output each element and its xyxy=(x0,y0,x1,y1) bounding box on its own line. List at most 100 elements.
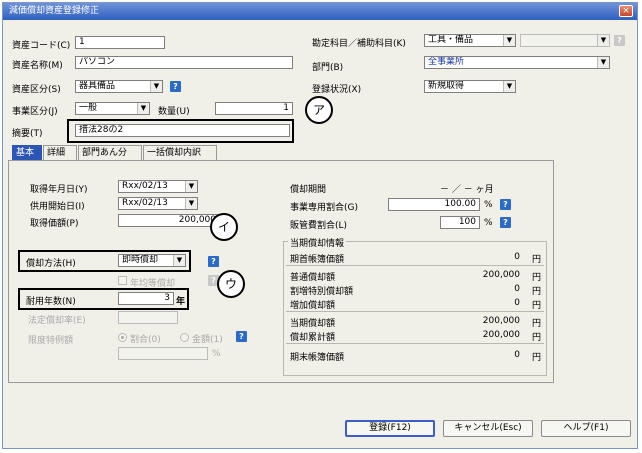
chevron-down-icon[interactable]: ▼ xyxy=(185,181,197,192)
tab-detail[interactable]: 詳細 xyxy=(43,145,77,160)
chevron-down-icon[interactable]: ▼ xyxy=(503,81,515,92)
dept-value: 全事業所 xyxy=(428,57,465,67)
asset-code-input[interactable]: 1 xyxy=(75,36,165,49)
row-unit: 円 xyxy=(532,273,542,283)
chevron-down-icon[interactable]: ▼ xyxy=(185,198,197,209)
row-label: 期首帳簿価額 xyxy=(290,255,345,265)
rate-label: 法定償却率(E) xyxy=(28,316,86,326)
method-highlight xyxy=(18,250,191,272)
row-label: 増加償却額 xyxy=(290,301,336,311)
start-date-label: 供用開始日(I) xyxy=(30,202,85,212)
quantity-label: 数量(U) xyxy=(158,107,190,117)
ratio-option-label: 割合(0) xyxy=(130,335,161,345)
acq-date-value: Rxx/02/13 xyxy=(122,181,168,191)
row-label: 償却累計額 xyxy=(290,333,336,343)
reg-status-label: 登録状況(X) xyxy=(312,85,362,95)
row-label: 割増特別償却額 xyxy=(290,287,354,297)
acq-date-input[interactable]: Rxx/02/13 ▼ xyxy=(118,180,198,193)
sales-ratio-label: 販管費割合(L) xyxy=(290,221,348,231)
account-value: 工具・備品 xyxy=(428,35,474,45)
chevron-down-icon[interactable]: ▼ xyxy=(503,35,515,46)
biz-ratio-unit: % xyxy=(484,200,493,210)
acq-price-input[interactable]: 200,000 xyxy=(118,214,220,227)
start-date-input[interactable]: Rxx/02/13 ▼ xyxy=(118,197,198,210)
sales-ratio-unit: % xyxy=(484,218,493,228)
row-value: 200,000 xyxy=(482,330,520,340)
help-icon[interactable]: ? xyxy=(208,256,219,267)
row-unit: 円 xyxy=(532,301,542,311)
row-label: 普通償却額 xyxy=(290,273,336,283)
row-value: 0 xyxy=(514,284,520,294)
help-icon[interactable]: ? xyxy=(614,35,625,46)
chevron-down-icon[interactable]: ▼ xyxy=(597,35,609,46)
title-bar: 減価償却資産登録修正 × xyxy=(3,3,637,20)
limit-percent: % xyxy=(212,349,221,359)
start-date-value: Rxx/02/13 xyxy=(122,198,168,208)
asset-name-input[interactable]: パソコン xyxy=(75,56,293,69)
summary-highlight xyxy=(67,119,294,143)
account-label: 勘定科目／補助科目(K) xyxy=(312,39,406,49)
row-value: 0 xyxy=(514,252,520,262)
callout-u: ウ xyxy=(217,270,245,298)
divider xyxy=(286,265,544,266)
window-title: 減価償却資産登録修正 xyxy=(9,6,100,16)
life-highlight xyxy=(18,288,189,310)
summary-label: 摘要(T) xyxy=(12,129,43,139)
help-icon[interactable]: ? xyxy=(170,81,181,92)
chevron-down-icon[interactable]: ▼ xyxy=(597,57,609,68)
asset-class-value: 器具備品 xyxy=(79,81,116,91)
ratio-radio[interactable] xyxy=(118,333,127,342)
row-label: 当期償却額 xyxy=(290,319,336,329)
help-icon[interactable]: ? xyxy=(236,331,247,342)
row-value: 0 xyxy=(514,298,520,308)
subaccount-select[interactable]: ▼ xyxy=(520,34,610,47)
tab-lump-sum[interactable]: 一括償却内訳 xyxy=(143,145,217,160)
asset-code-label: 資産コード(C) xyxy=(12,41,71,51)
chevron-down-icon[interactable]: ▼ xyxy=(150,81,162,92)
dept-label: 部門(B) xyxy=(312,63,344,73)
biz-ratio-label: 事業専用割合(G) xyxy=(290,203,358,213)
sales-ratio-input[interactable]: 100 xyxy=(440,216,480,229)
row-unit: 円 xyxy=(532,255,542,265)
row-unit: 円 xyxy=(532,353,542,363)
period-value: － ／ － ヶ月 xyxy=(440,185,494,195)
close-icon[interactable]: × xyxy=(619,5,633,17)
tab-basic[interactable]: 基本 xyxy=(12,145,42,160)
business-class-select[interactable]: 一般 ▼ xyxy=(75,102,150,115)
limit-input[interactable] xyxy=(118,347,208,360)
row-value: 200,000 xyxy=(482,316,520,326)
row-label: 期末帳簿価額 xyxy=(290,353,345,363)
cancel-button[interactable]: キャンセル(Esc) xyxy=(443,420,533,437)
asset-class-select[interactable]: 器具備品 ▼ xyxy=(75,80,163,93)
row-unit: 円 xyxy=(532,319,542,329)
callout-i: イ xyxy=(210,213,238,241)
rate-input[interactable] xyxy=(118,311,178,324)
chevron-down-icon[interactable]: ▼ xyxy=(137,103,149,114)
callout-a: ア xyxy=(305,96,333,124)
biz-ratio-input[interactable]: 100.00 xyxy=(388,198,480,211)
acq-price-label: 取得価額(P) xyxy=(30,219,79,229)
row-value: 200,000 xyxy=(482,270,520,280)
installment-checkbox[interactable] xyxy=(118,276,127,285)
business-class-value: 一般 xyxy=(79,103,98,113)
help-icon[interactable]: ? xyxy=(500,199,511,210)
business-class-label: 事業区分(J) xyxy=(12,107,58,117)
reg-status-select[interactable]: 新規取得 ▼ xyxy=(424,80,516,93)
row-value: 0 xyxy=(514,350,520,360)
amount-radio[interactable] xyxy=(180,333,189,342)
dept-select[interactable]: 全事業所 ▼ xyxy=(424,56,610,69)
reg-status-value: 新規取得 xyxy=(428,81,465,91)
asset-class-label: 資産区分(S) xyxy=(12,85,61,95)
amount-option-label: 金額(1) xyxy=(192,335,223,345)
help-button[interactable]: ヘルプ(F1) xyxy=(541,420,631,437)
divider xyxy=(286,343,544,344)
period-label: 償却期間 xyxy=(290,185,327,195)
row-unit: 円 xyxy=(532,333,542,343)
row-unit: 円 xyxy=(532,287,542,297)
tab-dept-allocation[interactable]: 部門あん分 xyxy=(78,145,142,160)
help-icon[interactable]: ? xyxy=(500,217,511,228)
acq-date-label: 取得年月日(Y) xyxy=(30,185,88,195)
quantity-input[interactable]: 1 xyxy=(215,102,293,115)
register-button[interactable]: 登録(F12) xyxy=(345,420,435,437)
account-select[interactable]: 工具・備品 ▼ xyxy=(424,34,516,47)
